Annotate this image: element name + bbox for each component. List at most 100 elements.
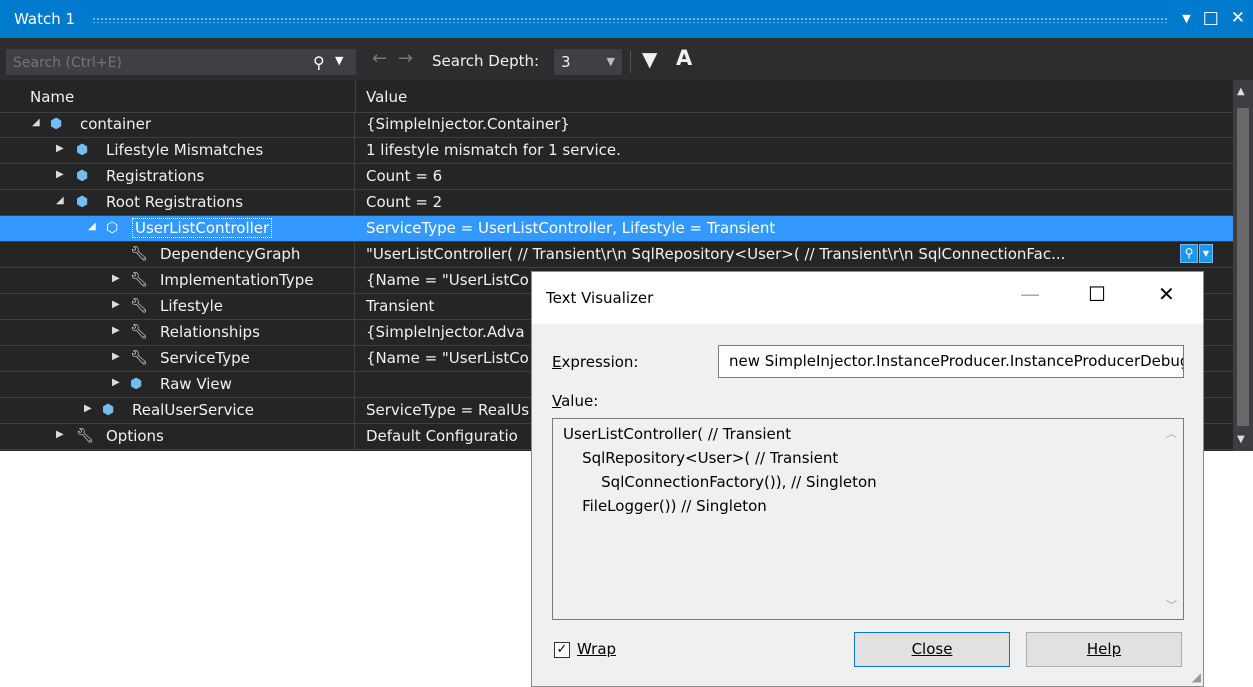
row-value: {Name = "UserListCo [366, 349, 529, 367]
search-box: ⚲ ▼ [6, 49, 356, 76]
collapsed-arrow-icon[interactable]: ▶ [112, 351, 120, 362]
row-name: Root Registrations [106, 193, 244, 211]
value-column-header[interactable]: Value [366, 88, 407, 106]
row-name: DependencyGraph [160, 245, 301, 263]
wrench-icon: 🔧︎ [130, 246, 148, 262]
table-row[interactable]: ▶ ⬢ Lifestyle Mismatches 1 lifestyle mis… [0, 138, 1233, 164]
wrench-icon: 🔧︎ [130, 272, 148, 288]
row-name: RealUserService [132, 401, 254, 419]
name-column-header[interactable]: Name [30, 88, 74, 106]
minimize-icon[interactable]: — [1020, 282, 1040, 306]
watch-title-bar[interactable]: Watch 1 ▼ □ ✕ [0, 0, 1253, 38]
wrap-label[interactable]: Wrap [577, 640, 616, 658]
value-line: SqlConnectionFactory()), // Singleton [563, 473, 877, 491]
help-button-label: Help [1086, 640, 1122, 658]
close-button-label: Close [911, 640, 953, 658]
scroll-up-icon[interactable]: ▲ [1237, 86, 1245, 97]
watch-toolbar: ⚲ ▼ ← → Search Depth: 3 ▼ ▼ A [0, 38, 1253, 80]
table-row-selected[interactable]: ◢ ⬡ UserListController ServiceType = Use… [0, 216, 1233, 242]
row-name: ImplementationType [160, 271, 314, 289]
table-row[interactable]: ▶ ⬢ Registrations Count = 6 [0, 164, 1233, 190]
collapsed-arrow-icon[interactable]: ▶ [56, 143, 64, 154]
close-button[interactable]: Close [854, 632, 1010, 667]
row-name: Registrations [106, 167, 205, 185]
object-cube-icon: ⬢ [76, 168, 89, 184]
search-icon[interactable]: ⚲ [313, 53, 325, 72]
visualizer-dropdown-icon[interactable]: ▼ [1199, 244, 1213, 263]
forward-arrow-icon[interactable]: → [398, 48, 413, 69]
wrench-icon: 🔧︎ [130, 324, 148, 340]
row-value: 1 lifestyle mismatch for 1 service. [366, 141, 621, 159]
window-menu-dropdown-icon[interactable]: ▼ [1182, 12, 1190, 25]
row-value: ServiceType = RealUs [366, 401, 530, 419]
search-input[interactable] [7, 50, 305, 76]
wrench-icon: 🔧︎ [130, 350, 148, 366]
row-name: UserListController [131, 218, 273, 238]
value-text-area[interactable]: UserListController( // Transient SqlRepo… [552, 418, 1184, 620]
row-value: Count = 6 [366, 167, 443, 185]
scrollbar-thumb[interactable] [1237, 108, 1249, 426]
scroll-down-icon[interactable]: ﹀ [1166, 597, 1177, 613]
row-name: Options [106, 427, 164, 445]
resize-grip-icon[interactable]: ◢ [1192, 670, 1201, 684]
object-cube-icon: ⬢ [50, 116, 63, 132]
object-cube-icon: ⬢ [76, 194, 89, 210]
wrench-icon: 🔧︎ [130, 298, 148, 314]
table-row[interactable]: ◢ ⬢ container {SimpleInjector.Container} [0, 112, 1233, 138]
close-icon[interactable]: ✕ [1158, 282, 1175, 306]
object-cube-icon: ⬢ [76, 142, 89, 158]
collapsed-arrow-icon[interactable]: ▶ [84, 403, 92, 414]
value-label-rest: alue: [561, 392, 599, 410]
close-icon[interactable]: ✕ [1231, 8, 1245, 28]
row-value: Default Configuratio [366, 427, 518, 445]
maximize-icon[interactable]: □ [1203, 8, 1219, 28]
row-name: Lifestyle Mismatches [106, 141, 264, 159]
expanded-arrow-icon[interactable]: ◢ [88, 221, 96, 232]
table-row[interactable]: ◢ ⬢ Root Registrations Count = 2 [0, 190, 1233, 216]
collapsed-arrow-icon[interactable]: ▶ [112, 377, 120, 388]
expression-label-rest: xpression: [561, 353, 639, 371]
dialog-title: Text Visualizer [546, 289, 654, 307]
row-value: ServiceType = UserListController, Lifest… [366, 219, 776, 237]
visualizer-magnifier-icon[interactable]: ⚲ [1180, 244, 1198, 263]
collapsed-arrow-icon[interactable]: ▶ [112, 325, 120, 336]
column-divider[interactable] [355, 80, 356, 112]
collapsed-arrow-icon[interactable]: ▶ [56, 429, 64, 440]
scroll-down-icon[interactable]: ▼ [1237, 434, 1245, 445]
collapsed-arrow-icon[interactable]: ▶ [112, 273, 120, 284]
column-headers: Name Value [0, 80, 1233, 113]
object-cube-icon: ⬡ [106, 220, 119, 236]
row-name: ServiceType [160, 349, 250, 367]
object-cube-icon: ⬢ [102, 402, 115, 418]
object-cube-icon: ⬢ [130, 376, 143, 392]
wrap-label-text: Wrap [577, 640, 617, 658]
expanded-arrow-icon[interactable]: ◢ [56, 195, 64, 206]
dialog-title-bar[interactable]: Text Visualizer — ☐ ✕ [532, 272, 1203, 324]
expanded-arrow-icon[interactable]: ◢ [32, 117, 40, 128]
row-name: container [80, 115, 152, 133]
wrap-checkbox[interactable]: ✓ [554, 642, 570, 658]
row-value: Transient [366, 297, 435, 315]
value-line: SqlRepository<User>( // Transient [563, 449, 839, 467]
search-options-dropdown-icon[interactable]: ▼ [335, 54, 343, 67]
watch-title: Watch 1 [14, 10, 76, 28]
collapsed-arrow-icon[interactable]: ▶ [56, 169, 64, 180]
search-depth-select[interactable]: 3 ▼ [554, 49, 622, 75]
help-button[interactable]: Help [1026, 632, 1182, 667]
expression-field[interactable]: new SimpleInjector.InstanceProducer.Inst… [718, 345, 1184, 378]
font-case-icon[interactable]: A [676, 46, 692, 70]
collapsed-arrow-icon[interactable]: ▶ [112, 299, 120, 310]
search-depth-label: Search Depth: [432, 52, 540, 70]
row-name: Lifestyle [160, 297, 224, 315]
value-scrollbar[interactable]: ︿ ﹀ [1161, 419, 1183, 619]
vertical-scrollbar[interactable]: ▲ ▼ [1233, 80, 1253, 451]
title-drag-grip[interactable] [92, 17, 1169, 23]
expression-label: Expression: [552, 353, 639, 371]
table-row[interactable]: 🔧︎ DependencyGraph "UserListController( … [0, 242, 1233, 268]
filter-icon[interactable]: ▼ [642, 47, 657, 71]
row-name: Raw View [160, 375, 232, 393]
back-arrow-icon[interactable]: ← [372, 48, 387, 69]
maximize-icon[interactable]: ☐ [1088, 282, 1106, 306]
row-value: Count = 2 [366, 193, 443, 211]
scroll-up-icon[interactable]: ︿ [1166, 425, 1177, 441]
